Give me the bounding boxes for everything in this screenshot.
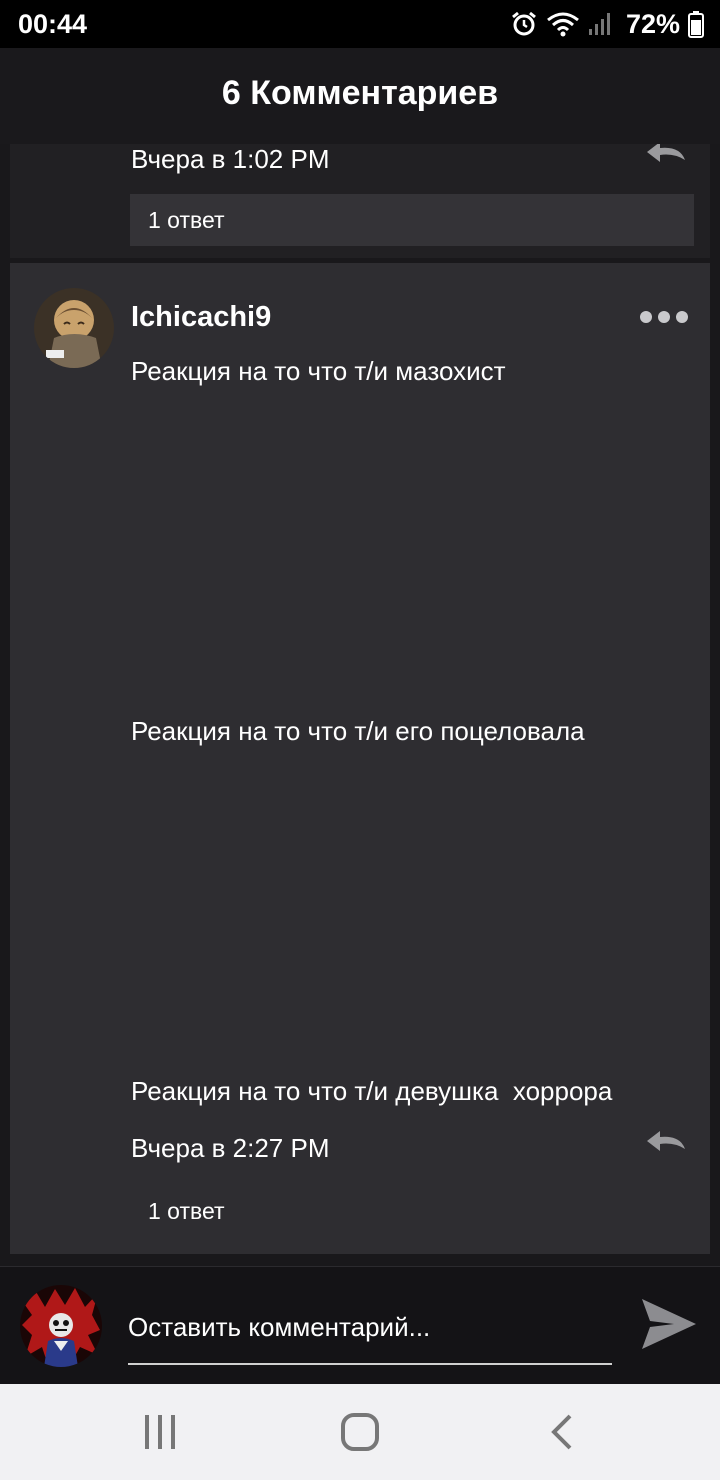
reply-icon[interactable] — [644, 1127, 688, 1157]
signal-icon — [588, 13, 610, 35]
comment-text-line: Реакция на то что т/и девушка хоррора — [131, 1076, 613, 1106]
comment-input[interactable] — [128, 1303, 612, 1365]
dot-icon — [640, 311, 652, 323]
comments-header: 6 Комментариев — [0, 48, 720, 144]
more-options-button[interactable] — [640, 311, 688, 323]
replies-link[interactable]: 1 ответ — [130, 194, 694, 246]
page-title: 6 Комментариев — [221, 74, 499, 112]
username[interactable]: Ichicachi9 — [131, 301, 271, 334]
comments-list[interactable]: Вчера в 1:02 PM 1 ответ Ichicachi9 Реакц… — [0, 144, 720, 1266]
send-icon[interactable] — [640, 1297, 698, 1351]
comment-card: Ichicachi9 Реакция на то что т/и мазохис… — [10, 263, 710, 1254]
comment-text-line: Реакция на то что т/и мазохист — [131, 356, 506, 386]
recent-apps-icon[interactable] — [142, 1412, 178, 1452]
previous-comment: Вчера в 1:02 PM 1 ответ — [10, 144, 710, 258]
replies-link[interactable]: 1 ответ — [148, 1198, 225, 1225]
comment-timestamp: Вчера в 2:27 PM — [131, 1133, 330, 1163]
battery-percentage: 72% — [625, 8, 680, 39]
dot-icon — [658, 311, 670, 323]
status-icons: 72% — [510, 8, 704, 40]
user-avatar — [20, 1285, 102, 1367]
system-navigation-bar — [0, 1384, 720, 1480]
back-icon[interactable] — [548, 1412, 576, 1452]
wifi-icon — [547, 12, 579, 37]
dot-icon — [676, 311, 688, 323]
avatar[interactable] — [34, 288, 114, 368]
compose-bar — [0, 1266, 720, 1384]
battery-icon — [688, 11, 704, 38]
comment-text-line: Реакция на то что т/и его поцеловала — [131, 716, 585, 746]
status-bar: 00:44 72% — [0, 0, 720, 48]
status-time: 00:44 — [18, 9, 88, 39]
home-icon[interactable] — [340, 1412, 380, 1452]
reply-icon[interactable] — [644, 144, 688, 168]
replies-label: 1 ответ — [148, 207, 225, 233]
comment-timestamp: Вчера в 1:02 PM — [131, 144, 330, 174]
alarm-icon — [512, 11, 536, 36]
